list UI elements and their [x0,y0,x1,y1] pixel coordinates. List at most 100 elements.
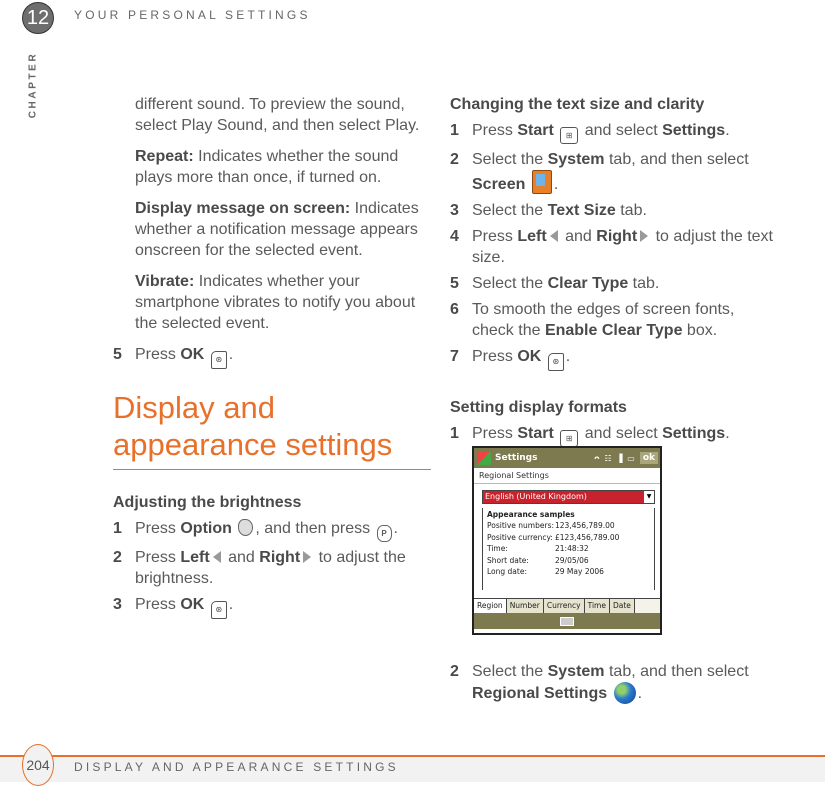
screen-term: Screen [472,176,526,193]
text-size-step-1: 1 Press Start ⊞ and select Settings. [450,120,780,144]
chapter-label: CHAPTER [25,48,41,122]
tab-region[interactable]: Region [474,599,507,613]
start-key-icon: ⊞ [560,127,579,144]
text-size-term: Text Size [547,202,616,219]
option-key-icon [238,519,254,536]
sample-value: £123,456,789.00 [555,532,620,542]
phone-subtitle: Regional Settings [474,468,660,484]
right-arrow-icon [640,230,649,242]
text-size-step-7: 7 Press OK ⊛. [450,346,780,371]
phone-title-bar: Settings ᴖ ☷ ▐ ▭ ok [474,448,660,468]
sample-value: 123,456,789.00 [555,521,615,530]
step-number: 6 [450,301,459,318]
system-term: System [547,151,605,168]
tab-number[interactable]: Number [506,599,544,613]
regional-settings-term: Regional Settings [472,685,608,702]
enable-clear-type-term: Enable Clear Type [544,322,683,339]
step-text: Select the [472,202,548,219]
start-term: Start [517,122,554,139]
step-text: box. [682,322,718,339]
appearance-samples-title: Appearance samples [487,510,575,519]
start-term: Start [517,425,554,442]
keyboard-icon[interactable] [560,616,574,626]
ok-key-icon: ⊛ [210,351,227,369]
step-text: . [228,596,234,613]
text-size-step-5: 5 Select the Clear Type tab. [450,273,780,294]
step-text: Press [472,348,518,365]
step-text: tab, and then select [604,151,749,168]
step-text: . [228,346,234,363]
start-key-icon: ⊞ [560,430,579,447]
sample-label: Long date: [487,567,527,576]
ok-term: OK [517,348,542,365]
step-number: 2 [450,151,459,168]
text-size-step-3: 3 Select the Text Size tab. [450,200,780,221]
chapter-number-badge: 12 [22,2,54,34]
left-column: different sound. To preview the sound, s… [113,94,431,624]
phone-ok-button[interactable]: ok [639,452,658,464]
step-text: Press [472,228,518,245]
step-text: Select the [472,275,548,292]
appearance-samples-group: Appearance samples Positive numbers: 123,… [482,508,655,590]
tab-time[interactable]: Time [584,599,610,613]
running-footer: DISPLAY AND APPEARANCE SETTINGS [74,760,399,774]
ok-term: OK [180,596,205,613]
sample-value: 29/05/06 [555,555,589,565]
repeat-paragraph: Repeat: Indicates whether the sound play… [113,146,431,188]
brightness-step-1: 1 Press Option , and then press P. [113,518,431,542]
step-press-ok: 5 Press OK ⊛. [113,344,431,369]
locale-select[interactable]: English (United Kingdom) ▼ [482,490,655,504]
step-text: Press [135,520,181,537]
vibrate-term: Vibrate: [135,273,195,290]
right-arrow-icon [303,551,312,563]
step-number: 3 [113,596,122,613]
sample-row: Time: 21:48:32 [487,544,650,556]
sample-row: Positive currency: £123,456,789.00 [487,533,650,545]
step-number: 2 [113,549,122,566]
clear-type-term: Clear Type [547,275,629,292]
text-size-step-4: 4 Press Left and Right to adjust the text… [450,226,780,268]
status-icons: ᴖ ☷ ▐ ▭ [594,453,636,463]
sample-label: Positive numbers: [487,521,555,530]
step-number: 5 [113,346,122,363]
screen-settings-icon [531,170,552,194]
settings-term: Settings [662,425,726,442]
right-term: Right [596,228,638,245]
sample-row: Long date: 29 May 2006 [487,567,650,579]
ok-key-icon: ⊛ [547,353,564,371]
step-number: 4 [450,228,459,245]
intro-paragraph: different sound. To preview the sound, s… [135,96,420,134]
locale-value: English (United Kingdom) [483,491,644,503]
footer-divider [0,755,825,757]
sample-row: Positive numbers: 123,456,789.00 [487,521,650,533]
sample-value: 29 May 2006 [555,567,604,576]
running-header: YOUR PERSONAL SETTINGS [74,8,311,22]
chapter-label-text: CHAPTER [27,51,39,119]
tab-currency[interactable]: Currency [543,599,585,613]
step-text: . [725,122,730,139]
chevron-down-icon[interactable]: ▼ [644,491,654,503]
step-text: . [393,520,398,537]
left-arrow-icon [212,551,221,563]
step-text: . [637,685,643,702]
tab-date[interactable]: Date [609,599,635,613]
windows-start-icon[interactable] [477,451,491,465]
system-term: System [547,663,605,680]
option-term: Option [180,520,232,537]
brightness-step-2: 2 Press Left and Right to adjust the brig… [113,547,431,589]
text-size-heading: Changing the text size and clarity [450,96,705,113]
display-message-paragraph: Display message on screen: Indicates whe… [113,198,431,261]
ok-term: OK [180,346,205,363]
step-text: tab. [615,202,647,219]
step-text: and select [580,425,663,442]
repeat-term: Repeat: [135,148,194,165]
settings-term: Settings [662,122,726,139]
step-number: 3 [450,202,459,219]
sample-value: 21:48:32 [555,544,589,553]
sample-label: Positive currency: [487,532,553,542]
step-number: 1 [113,520,122,537]
step-text: and [560,228,597,245]
step-text: Select the [472,151,548,168]
step-number: 1 [450,425,459,442]
text-size-step-6: 6 To smooth the edges of screen fonts, ch… [450,299,780,341]
